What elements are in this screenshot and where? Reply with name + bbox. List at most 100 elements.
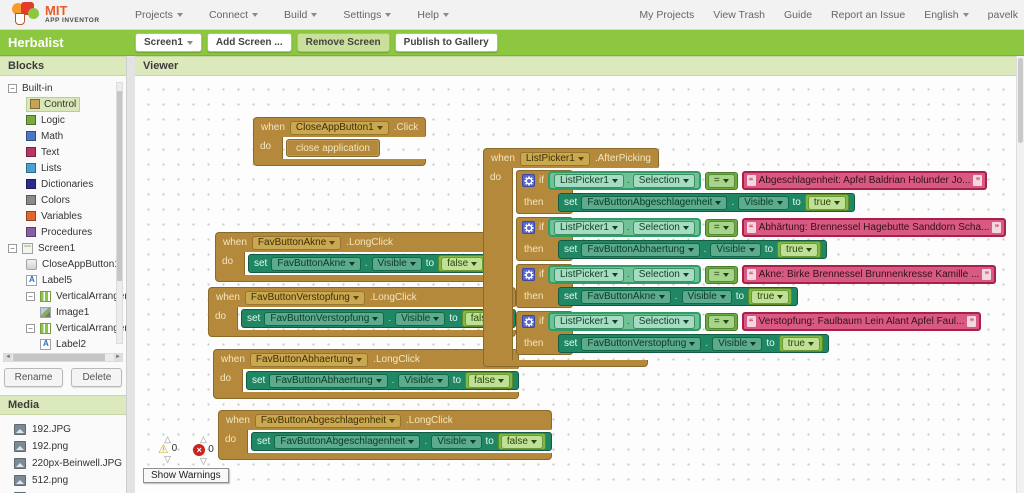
palette-item-math[interactable]: Math <box>0 128 126 144</box>
block-when-favbuttonabgeschlagenheit-longclick[interactable]: when FavButtonAbgeschlagenheit .LongClic… <box>218 410 552 460</box>
collapse-icon[interactable] <box>26 291 35 301</box>
viewer-vertical-scrollbar[interactable] <box>1016 56 1024 493</box>
tree-item-closeappbutton1[interactable]: CloseAppButton1 <box>0 256 126 272</box>
media-file[interactable]: 220px-Beinwell.JPG <box>0 455 126 472</box>
block-text-string[interactable]: Abgeschlagenheit: Apfel Baldrian Holunde… <box>741 171 988 190</box>
block-getter-selection[interactable]: ListPicker1 . Selection <box>548 171 701 190</box>
collapse-icon[interactable] <box>8 243 17 253</box>
block-set-visible[interactable]: set FavButtonVerstopfung . Visible to tr… <box>558 334 829 353</box>
add-screen-button[interactable]: Add Screen ... <box>206 33 292 52</box>
scrollbar-thumb[interactable] <box>13 354 105 361</box>
component-dropdown[interactable]: ListPicker1 <box>554 314 624 329</box>
component-dropdown[interactable]: ListPicker1 <box>554 220 624 235</box>
collapse-icon[interactable] <box>8 83 17 93</box>
component-dropdown[interactable]: FavButtonAbhaertung <box>269 373 388 388</box>
block-when-listpicker-afterpicking[interactable]: when ListPicker1 .AfterPicking do if Lis… <box>483 148 1007 367</box>
scrollbar-thumb[interactable] <box>1018 58 1023 143</box>
block-logic-false[interactable]: false <box>438 255 487 272</box>
palette-item-logic[interactable]: Logic <box>0 112 126 128</box>
block-set-visible[interactable]: set FavButtonAbhaertung . Visible to fal… <box>246 371 520 390</box>
media-file[interactable]: 800px-A_...orage.JPG <box>0 489 131 493</box>
error-up-arrow-icon[interactable]: △ <box>200 434 207 444</box>
component-dropdown[interactable]: ListPicker1 <box>554 267 624 282</box>
palette-item-colors[interactable]: Colors <box>0 192 126 208</box>
block-equals[interactable]: = <box>704 312 738 331</box>
block-equals[interactable]: = <box>704 218 738 237</box>
tree-item-image1[interactable]: Image1 <box>0 304 126 320</box>
block-set-visible[interactable]: set FavButtonAbgeschlagenheit . Visible … <box>251 432 552 451</box>
property-dropdown[interactable]: Selection <box>632 173 695 188</box>
block-getter-selection[interactable]: ListPicker1 . Selection <box>548 218 701 237</box>
component-dropdown[interactable]: FavButtonAbgeschlagenheit <box>581 195 728 210</box>
block-set-visible[interactable]: set FavButtonAbhaertung . Visible to tru… <box>558 240 828 259</box>
property-dropdown[interactable]: Visible <box>681 289 732 304</box>
block-logic-false[interactable]: false <box>497 433 546 450</box>
block-getter-selection[interactable]: ListPicker1 . Selection <box>548 265 701 284</box>
block-when-favbuttonakne-longclick[interactable]: when FavButtonAkne .LongClick do set Fav… <box>215 232 493 282</box>
block-logic-true[interactable]: true <box>804 194 850 211</box>
scroll-right-arrow-icon[interactable]: ► <box>114 354 122 361</box>
block-set-visible[interactable]: set FavButtonAkne . Visible to false <box>248 254 493 273</box>
component-dropdown[interactable]: FavButtonVerstopfung <box>581 336 702 351</box>
block-set-visible[interactable]: set FavButtonAbgeschlagenheit . Visible … <box>558 193 856 212</box>
component-dropdown[interactable]: ListPicker1 <box>519 151 590 166</box>
block-getter-selection[interactable]: ListPicker1 . Selection <box>548 312 701 331</box>
link-view-trash[interactable]: View Trash <box>713 9 765 21</box>
menu-settings[interactable]: Settings <box>343 9 392 21</box>
property-dropdown[interactable]: Visible <box>431 434 482 449</box>
blocks-canvas[interactable]: when CloseAppButton1 .Click do close app… <box>135 76 1016 493</box>
block-logic-true[interactable]: true <box>777 241 822 258</box>
link-guide[interactable]: Guide <box>784 9 812 21</box>
language-selector[interactable]: English <box>924 9 969 21</box>
block-if-then[interactable]: if ListPicker1 . Selection = Abgeschlage… <box>516 170 988 214</box>
tree-item-verticalarrangement1[interactable]: VerticalArrangement1 <box>0 288 126 304</box>
palette-item-text[interactable]: Text <box>0 144 126 160</box>
block-logic-true[interactable]: true <box>778 335 823 352</box>
block-if-then[interactable]: if ListPicker1 . Selection = Verstopfung… <box>516 311 982 355</box>
component-dropdown[interactable]: FavButtonAbhaertung <box>581 242 700 257</box>
tree-horizontal-scrollbar[interactable]: ◄ ► <box>3 353 123 362</box>
property-dropdown[interactable]: Visible <box>712 336 763 351</box>
component-dropdown[interactable]: FavButtonAkne <box>251 235 342 250</box>
property-dropdown[interactable]: Selection <box>632 267 695 282</box>
menu-projects[interactable]: Projects <box>135 9 183 21</box>
component-dropdown[interactable]: FavButtonAbgeschlagenheit <box>254 413 401 428</box>
menu-help[interactable]: Help <box>417 9 449 21</box>
screen-selector[interactable]: Screen1 <box>135 33 202 52</box>
rename-button[interactable]: Rename <box>3 368 64 387</box>
property-dropdown[interactable]: Selection <box>632 314 695 329</box>
block-text-string[interactable]: Akne: Birke Brennessel Brunnenkresse Kam… <box>741 265 997 284</box>
block-logic-true[interactable]: true <box>748 288 793 305</box>
block-text-string[interactable]: Verstopfung: Faulbaum Lein Alant Apfel F… <box>741 312 982 331</box>
tree-item-screen1[interactable]: Screen1 <box>0 240 126 256</box>
tree-vertical-scrollbar[interactable] <box>116 82 123 344</box>
property-dropdown[interactable]: Visible <box>398 373 449 388</box>
tree-item-verticalarrangement2[interactable]: VerticalArrangement2 <box>0 320 126 336</box>
block-close-application[interactable]: close application <box>286 139 380 157</box>
scrollbar-thumb[interactable] <box>117 91 122 281</box>
tree-item-label2[interactable]: Label2 <box>0 336 126 352</box>
property-dropdown[interactable]: Visible <box>738 195 789 210</box>
link-my-projects[interactable]: My Projects <box>639 9 694 21</box>
block-if-then[interactable]: if ListPicker1 . Selection = Akne: Birke… <box>516 264 997 308</box>
menu-connect[interactable]: Connect <box>209 9 259 21</box>
block-equals[interactable]: = <box>704 265 738 284</box>
block-if-then[interactable]: if ListPicker1 . Selection = Abhärtung: … <box>516 217 1007 261</box>
palette-item-dictionaries[interactable]: Dictionaries <box>0 176 126 192</box>
mutator-gear-icon[interactable] <box>522 315 535 328</box>
delete-button[interactable]: Delete <box>71 368 123 387</box>
mutator-gear-icon[interactable] <box>522 268 535 281</box>
media-file[interactable]: 192.png <box>0 438 126 455</box>
block-when-closeappbutton-click[interactable]: when CloseAppButton1 .Click do close app… <box>253 117 427 166</box>
block-when-favbuttonabhaertung-longclick[interactable]: when FavButtonAbhaertung .LongClick do s… <box>213 349 520 399</box>
property-dropdown[interactable]: Visible <box>395 311 446 326</box>
tree-group-built-in[interactable]: Built-in <box>0 80 126 96</box>
scroll-left-arrow-icon[interactable]: ◄ <box>4 354 12 361</box>
user-menu[interactable]: pavelk <box>988 9 1018 21</box>
media-file[interactable]: 192.JPG <box>0 421 126 438</box>
mutator-gear-icon[interactable] <box>522 221 535 234</box>
link-report-issue[interactable]: Report an Issue <box>831 9 905 21</box>
component-dropdown[interactable]: FavButtonVerstopfung <box>264 311 385 326</box>
mutator-gear-icon[interactable] <box>522 174 535 187</box>
show-warnings-button[interactable]: Show Warnings <box>143 468 229 483</box>
